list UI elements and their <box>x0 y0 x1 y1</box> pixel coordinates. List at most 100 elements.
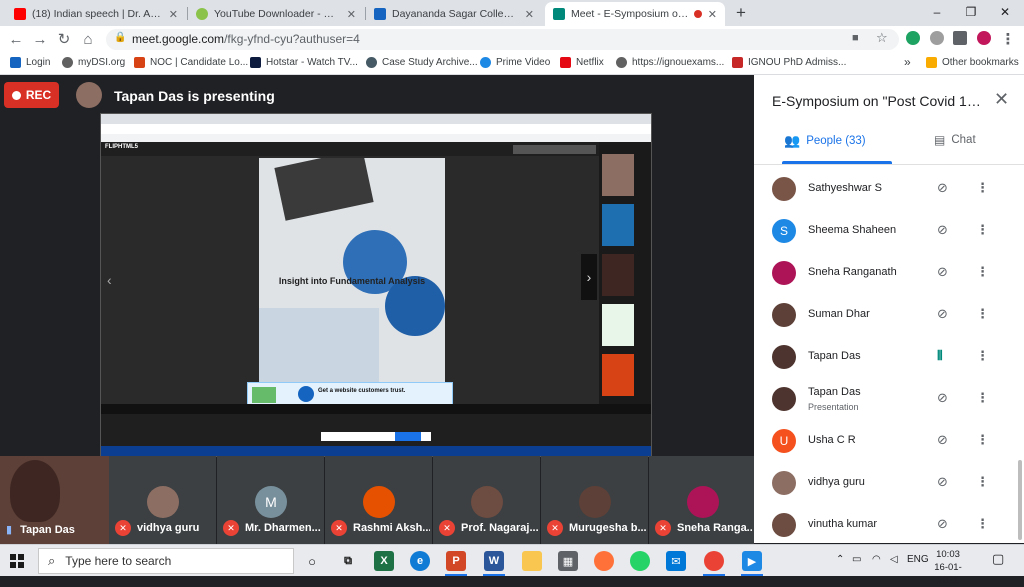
participant-tile[interactable]: ✕ Sneha Ranga... <box>649 456 754 544</box>
participant-tile[interactable]: ✕ Rashmi Aksh... <box>325 456 432 544</box>
wifi-icon[interactable]: ◠ <box>872 554 881 565</box>
avatar <box>471 486 503 518</box>
prev-page-icon[interactable]: ‹ <box>107 272 112 288</box>
menu-dots-icon[interactable]: ⋮ <box>998 30 1018 49</box>
more-options-icon[interactable]: ⋮ <box>976 348 989 364</box>
task-view-icon[interactable]: ⧉ <box>338 551 358 571</box>
restore-button[interactable]: ❐ <box>956 2 986 22</box>
participant-row[interactable]: Sneha Ranganath ⊘ ⋮ <box>754 252 1016 294</box>
minimize-button[interactable]: – <box>922 2 952 22</box>
whatsapp-icon[interactable] <box>630 551 650 571</box>
bookmark-prime-video[interactable]: Prime Video <box>480 57 550 68</box>
taskbar-search-input[interactable]: ⌕ Type here to search <box>38 548 294 574</box>
taskbar-clock[interactable]: 10:03 16-01-2021 <box>925 548 971 587</box>
profile-avatar[interactable] <box>977 31 991 45</box>
bookmarks-overflow-button[interactable]: » <box>904 55 911 69</box>
windows-taskbar: ⌕ Type here to search ○ ⧉ X e P W ▦ ✉ ▶ ⌃… <box>0 544 1024 586</box>
participant-tile-self[interactable]: ▮ Tapan Das <box>0 456 109 544</box>
more-options-icon[interactable]: ⋮ <box>976 180 989 196</box>
meeting-title: E-Symposium on "Post Covid 19 S... <box>772 93 987 109</box>
edge-taskbar-icon[interactable]: e <box>410 551 430 571</box>
tab-chat[interactable]: ▤ Chat <box>934 133 976 147</box>
more-options-icon[interactable]: ⋮ <box>976 264 989 280</box>
calculator-icon[interactable]: ▦ <box>558 551 578 571</box>
more-options-icon[interactable]: ⋮ <box>976 432 989 448</box>
bookmark-ignou-phd[interactable]: IGNOU PhD Admiss... <box>732 57 846 68</box>
tab-dayananda-sagar[interactable]: Dayananda Sagar College of Engi ✕ <box>366 2 542 26</box>
new-tab-button[interactable]: + <box>731 3 751 23</box>
avatar <box>687 486 719 518</box>
forward-icon[interactable]: → <box>30 30 50 49</box>
participant-row[interactable]: S Sheema Shaheen ⊘ ⋮ <box>754 210 1016 252</box>
back-icon[interactable]: ← <box>6 30 26 49</box>
participant-tile[interactable]: ✕ Murugesha b... <box>541 456 648 544</box>
bookmark-ignouexams[interactable]: https://ignouexams... <box>616 57 724 68</box>
participant-tile[interactable]: ✕ Prof. Nagaraj... <box>433 456 540 544</box>
participant-tile[interactable]: ✕ vidhya guru <box>109 456 216 544</box>
close-icon[interactable]: ✕ <box>169 8 178 21</box>
participant-row[interactable]: Sathyeshwar S ⊘ ⋮ <box>754 168 1016 210</box>
firefox-icon[interactable] <box>594 551 614 571</box>
bookmark-netflix[interactable]: Netflix <box>560 57 604 68</box>
thumbnail[interactable] <box>602 254 634 296</box>
tab-youtube-downloader[interactable]: YouTube Downloader - Download ✕ <box>188 2 364 26</box>
side-panel: E-Symposium on "Post Covid 19 S... ✕ 👥 Pe… <box>754 75 1024 543</box>
notifications-icon[interactable]: ▢ <box>992 551 1004 567</box>
volume-icon[interactable]: ◁ <box>890 554 898 565</box>
thumbnail[interactable] <box>602 304 634 346</box>
tab-people[interactable]: 👥 People (33) <box>784 133 866 149</box>
show-hidden-icons[interactable]: ⌃ <box>836 554 844 565</box>
puzzle-icon[interactable] <box>953 31 967 45</box>
participant-row[interactable]: vinutha kumar ⊘ ⋮ <box>754 504 1016 546</box>
excel-icon[interactable]: X <box>374 551 394 571</box>
close-panel-icon[interactable]: ✕ <box>994 89 1009 110</box>
more-options-icon[interactable]: ⋮ <box>976 390 989 406</box>
extension-icon[interactable] <box>930 31 944 45</box>
bookmark-hotstar[interactable]: Hotstar - Watch TV... <box>250 57 358 68</box>
more-options-icon[interactable]: ⋮ <box>976 474 989 490</box>
bookmark-mydsi[interactable]: myDSI.org <box>62 57 125 68</box>
chrome-icon[interactable] <box>704 551 724 571</box>
network-icon[interactable]: ▭ <box>852 554 861 565</box>
more-options-icon[interactable]: ⋮ <box>976 222 989 238</box>
tab-youtube-speech[interactable]: (18) Indian speech | Dr. A.P.J. Abdul ✕ <box>6 2 186 26</box>
windows-start-icon[interactable] <box>10 554 24 568</box>
tab-meet-active[interactable]: Meet - E-Symposium on "Po ✕ <box>545 2 725 26</box>
other-bookmarks[interactable]: Other bookmarks <box>926 57 1019 68</box>
mic-off-icon: ⊘ <box>937 516 948 531</box>
thumbnail[interactable] <box>602 204 634 246</box>
bookmark-login[interactable]: Login <box>10 57 50 68</box>
media-player-icon[interactable]: ▶ <box>742 551 762 571</box>
bookmark-noc[interactable]: NOC | Candidate Lo... <box>134 57 248 68</box>
thumbnail[interactable] <box>602 154 634 196</box>
grammarly-icon[interactable] <box>906 31 920 45</box>
participant-row[interactable]: Suman Dhar ⊘ ⋮ <box>754 294 1016 336</box>
mail-icon[interactable]: ✉ <box>666 551 686 571</box>
url-bar[interactable]: 🔒 meet.google.com/fkg-yfnd-cyu?authuser=… <box>106 29 899 50</box>
more-options-icon[interactable]: ⋮ <box>976 306 989 322</box>
panel-scrollbar[interactable] <box>1018 460 1022 540</box>
participant-row[interactable]: Tapan Das Presentation ⊘ ⋮ <box>754 378 1016 420</box>
close-icon[interactable]: ✕ <box>525 8 534 21</box>
powerpoint-icon[interactable]: P <box>446 551 466 571</box>
avatar: M <box>255 486 287 518</box>
cortana-icon[interactable]: ○ <box>302 551 322 571</box>
mic-off-icon: ✕ <box>115 520 131 536</box>
bookmark-case-study[interactable]: Case Study Archive... <box>366 57 478 68</box>
participant-row[interactable]: Tapan Das ⦀ ⋮ <box>754 336 1016 378</box>
close-icon[interactable]: ✕ <box>708 8 717 21</box>
participant-tile[interactable]: M ✕ Mr. Dharmen... <box>217 456 324 544</box>
star-icon[interactable]: ☆ <box>876 30 888 46</box>
file-explorer-icon[interactable] <box>522 551 542 571</box>
reload-icon[interactable]: ↻ <box>54 30 74 49</box>
word-icon[interactable]: W <box>484 551 504 571</box>
camera-icon[interactable]: ■ <box>852 32 859 44</box>
thumbnail[interactable] <box>602 354 634 396</box>
participant-row[interactable]: U Usha C R ⊘ ⋮ <box>754 420 1016 462</box>
more-options-icon[interactable]: ⋮ <box>976 516 989 532</box>
next-page-icon[interactable]: › <box>581 254 597 300</box>
close-icon[interactable]: ✕ <box>347 8 356 21</box>
participant-row[interactable]: vidhya guru ⊘ ⋮ <box>754 462 1016 504</box>
close-window-button[interactable]: ✕ <box>990 2 1020 22</box>
home-icon[interactable]: ⌂ <box>78 30 98 49</box>
